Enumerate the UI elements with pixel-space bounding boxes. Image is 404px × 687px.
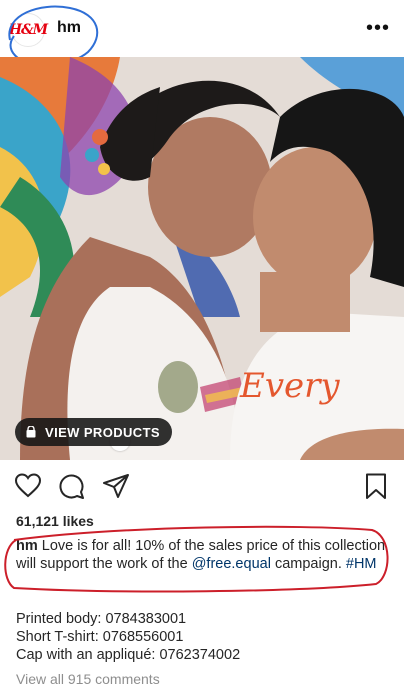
shopping-bag-icon xyxy=(26,426,36,438)
caption-text-after: campaign. xyxy=(270,556,346,572)
view-products-button[interactable]: VIEW PRODUCTS xyxy=(15,418,172,446)
bookmark-icon[interactable] xyxy=(362,472,390,500)
caption-hashtag-link[interactable]: #HM xyxy=(346,556,377,572)
like-count[interactable]: 61,121 likes xyxy=(16,513,94,529)
username[interactable]: hm xyxy=(57,19,81,37)
avatar[interactable]: H&M xyxy=(9,13,48,47)
post-caption: hm Love is for all! 10% of the sales pri… xyxy=(16,537,390,573)
product-line: Short T-shirt: 0768556001 xyxy=(16,629,184,645)
comment-icon[interactable] xyxy=(58,472,86,500)
product-list: Printed body: 0784383001 Short T-shirt: … xyxy=(16,610,240,664)
product-line: Printed body: 0784383001 xyxy=(16,611,187,627)
more-options-icon[interactable]: ••• xyxy=(366,17,390,40)
photo-illustration: Every xyxy=(0,57,404,460)
action-bar xyxy=(0,468,404,504)
shirt-print: Every xyxy=(239,366,340,406)
view-comments-link[interactable]: View all 915 comments xyxy=(16,671,160,687)
view-products-label: VIEW PRODUCTS xyxy=(45,424,160,440)
share-icon[interactable] xyxy=(102,472,130,500)
product-line: Cap with an appliqué: 0762374002 xyxy=(16,647,241,663)
post-photo[interactable]: Every xyxy=(0,57,404,460)
heart-icon[interactable] xyxy=(14,472,42,500)
caption-mention-link[interactable]: @free.equal xyxy=(192,556,271,572)
caption-username[interactable]: hm xyxy=(16,538,38,554)
post-header: H&M hm ••• xyxy=(0,0,404,67)
